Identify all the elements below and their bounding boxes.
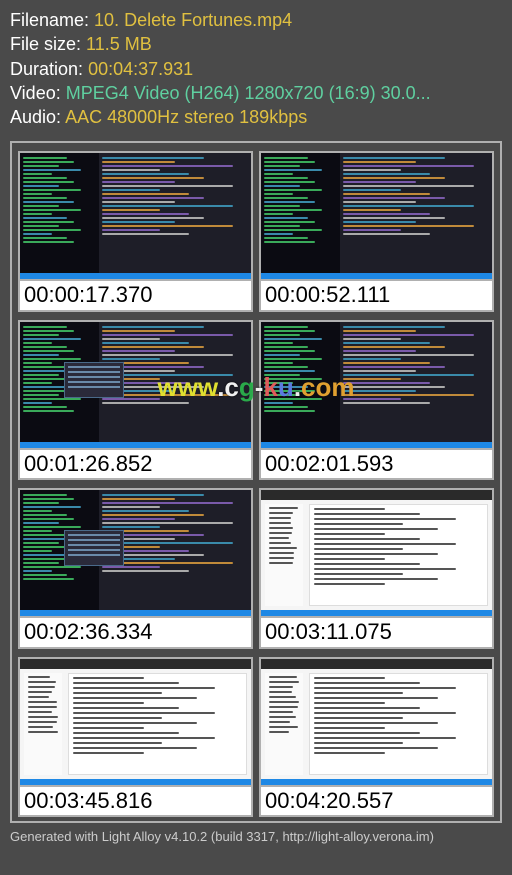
filesize-value: 11.5 MB xyxy=(86,34,152,54)
video-label: Video: xyxy=(10,83,61,103)
filesize-label: File size: xyxy=(10,34,81,54)
thumbnail-image xyxy=(259,657,494,787)
video-row: Video: MPEG4 Video (H264) 1280x720 (16:9… xyxy=(10,81,502,105)
thumbnail-image xyxy=(18,657,253,787)
thumbnail-cell[interactable]: 00:00:17.370 xyxy=(18,151,253,311)
duration-value: 00:04:37.931 xyxy=(88,59,193,79)
audio-label: Audio: xyxy=(10,107,61,127)
thumbnail-cell[interactable]: 00:03:45.816 xyxy=(18,657,253,817)
video-value: MPEG4 Video (H264) 1280x720 (16:9) 30.0.… xyxy=(66,83,431,103)
filename-label: Filename: xyxy=(10,10,89,30)
thumbnail-cell[interactable]: 00:00:52.111 xyxy=(259,151,494,311)
filesize-row: File size: 11.5 MB xyxy=(10,32,502,56)
thumbnail-image xyxy=(18,151,253,281)
footer-text: Generated with Light Alloy v4.10.2 (buil… xyxy=(10,829,502,844)
thumbnail-timestamp: 00:02:01.593 xyxy=(259,450,494,480)
thumbnail-timestamp: 00:01:26.852 xyxy=(18,450,253,480)
thumbnail-cell[interactable]: 00:03:11.075 xyxy=(259,488,494,648)
thumbnail-cell[interactable]: 00:04:20.557 xyxy=(259,657,494,817)
thumbnail-image xyxy=(18,320,253,450)
thumbnail-timestamp: 00:03:45.816 xyxy=(18,787,253,817)
thumbnail-cell[interactable]: 00:01:26.852 xyxy=(18,320,253,480)
thumbnail-grid-frame: 00:00:17.37000:00:52.11100:01:26.85200:0… xyxy=(10,141,502,823)
filename-value: 10. Delete Fortunes.mp4 xyxy=(94,10,292,30)
duration-row: Duration: 00:04:37.931 xyxy=(10,57,502,81)
thumbnail-timestamp: 00:03:11.075 xyxy=(259,618,494,648)
audio-row: Audio: AAC 48000Hz stereo 189kbps xyxy=(10,105,502,129)
audio-value: AAC 48000Hz stereo 189kbps xyxy=(65,107,307,127)
thumbnail-cell[interactable]: 00:02:36.334 xyxy=(18,488,253,648)
thumbnail-cell[interactable]: 00:02:01.593 xyxy=(259,320,494,480)
thumbnail-image xyxy=(259,320,494,450)
thumbnail-grid: 00:00:17.37000:00:52.11100:01:26.85200:0… xyxy=(18,151,494,817)
thumbnail-timestamp: 00:04:20.557 xyxy=(259,787,494,817)
thumbnail-timestamp: 00:02:36.334 xyxy=(18,618,253,648)
metadata-block: Filename: 10. Delete Fortunes.mp4 File s… xyxy=(10,8,502,129)
thumbnail-timestamp: 00:00:52.111 xyxy=(259,281,494,311)
thumbnail-timestamp: 00:00:17.370 xyxy=(18,281,253,311)
thumbnail-image xyxy=(18,488,253,618)
duration-label: Duration: xyxy=(10,59,83,79)
filename-row: Filename: 10. Delete Fortunes.mp4 xyxy=(10,8,502,32)
thumbnail-image xyxy=(259,151,494,281)
thumbnail-image xyxy=(259,488,494,618)
